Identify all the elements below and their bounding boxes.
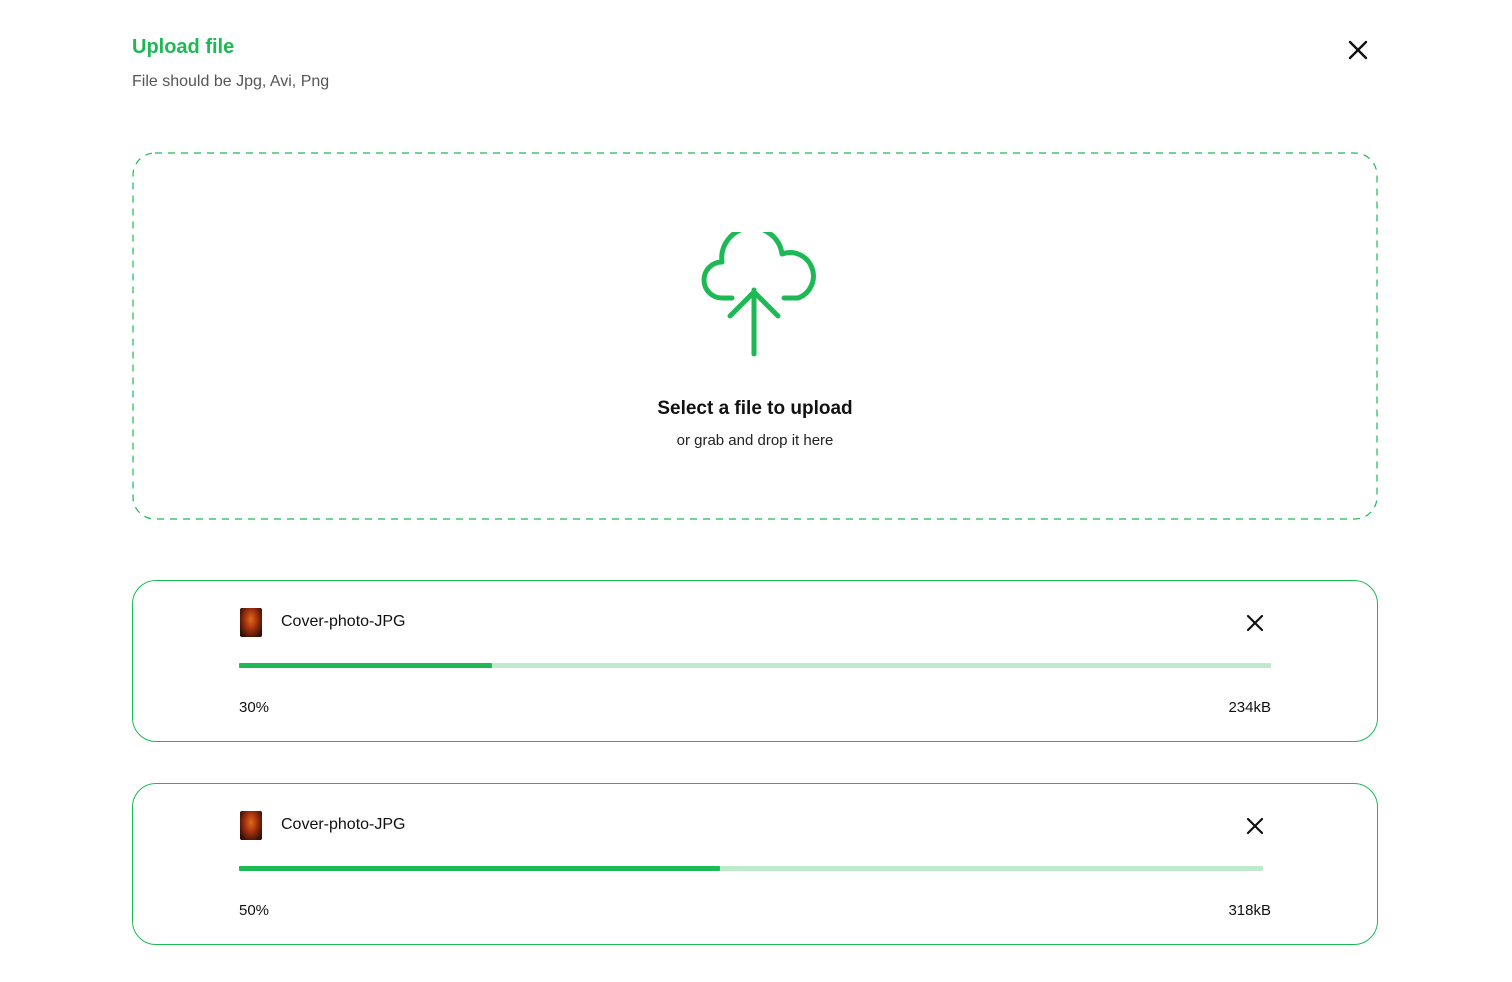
remove-file-button[interactable]: [1243, 611, 1267, 635]
close-icon: [1246, 817, 1264, 835]
file-name: Cover-photo-JPG: [281, 613, 406, 630]
upload-dialog: Upload file File should be Jpg, Avi, Png…: [0, 0, 1512, 982]
dropzone-subtitle: or grab and drop it here: [676, 432, 834, 449]
close-button[interactable]: [1344, 36, 1372, 64]
image-thumbnail: [240, 608, 262, 637]
cloud-upload-icon: [701, 232, 816, 357]
file-size: 318kB: [1228, 902, 1271, 919]
dialog-title: Upload file: [132, 36, 235, 58]
close-icon: [1246, 614, 1264, 632]
progress-percent: 30%: [239, 699, 270, 716]
progress-fill: [239, 663, 492, 668]
close-icon: [1348, 40, 1368, 60]
file-upload-item: Cover-photo-JPG 30% 234kB: [132, 580, 1378, 742]
progress-track: [239, 866, 1263, 871]
dialog-subtitle: File should be Jpg, Avi, Png: [132, 73, 330, 90]
progress-track: [239, 663, 1271, 668]
remove-file-button[interactable]: [1243, 814, 1267, 838]
progress-fill: [239, 866, 721, 871]
file-name: Cover-photo-JPG: [281, 816, 406, 833]
file-upload-item: Cover-photo-JPG 50% 318kB: [132, 783, 1378, 945]
image-thumbnail: [240, 811, 262, 840]
file-size: 234kB: [1228, 699, 1271, 716]
progress-percent: 50%: [239, 902, 270, 919]
dropzone-title: Select a file to upload: [657, 398, 853, 419]
file-dropzone[interactable]: Select a file to upload or grab and drop…: [132, 152, 1378, 520]
